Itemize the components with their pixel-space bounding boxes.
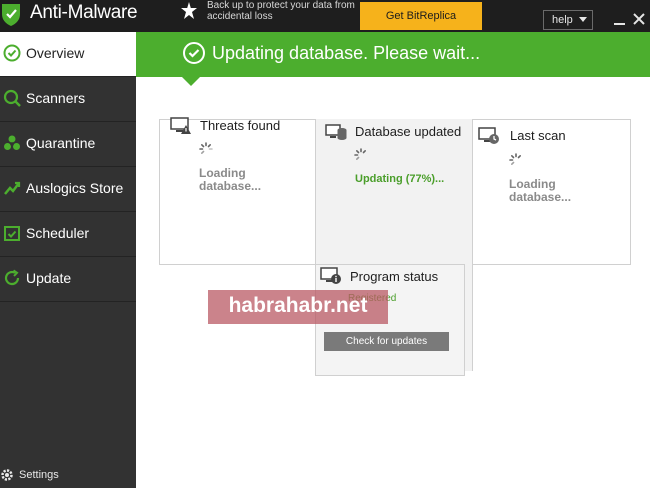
last-scan-title: Last scan <box>510 128 566 143</box>
banner-text: Updating database. Please wait... <box>212 43 481 63</box>
app-title: Anti-Malware <box>30 2 138 23</box>
settings-label: Settings <box>19 469 59 481</box>
sidebar-item-label: Scheduler <box>26 225 90 241</box>
banner-pointer <box>182 77 200 86</box>
watermark-text: habrahabr.net <box>228 294 368 317</box>
database-progress-text: Updating (77%)... <box>355 173 445 185</box>
threats-found-title: Threats found <box>200 118 281 133</box>
loading-spinner-icon <box>199 142 213 154</box>
magnifier-icon <box>3 89 21 107</box>
main-panel: Updating database. Please wait... Threat… <box>136 32 650 488</box>
sidebar-item-label: Quarantine <box>26 135 96 151</box>
minimize-button[interactable] <box>611 10 629 28</box>
database-monitor-icon <box>325 124 347 140</box>
sidebar-item-label: Update <box>26 270 72 286</box>
monitor-clock-icon <box>478 127 499 144</box>
shield-logo-icon <box>2 4 20 26</box>
sidebar-item-update[interactable]: Update <box>0 257 136 302</box>
watermark: habrahabr.net <box>208 290 388 324</box>
biohazard-icon <box>4 135 20 150</box>
monitor-info-icon <box>320 267 341 284</box>
calendar-check-icon <box>4 226 20 241</box>
last-scan-loading-text: Loading database... <box>509 177 572 204</box>
title-bar: Anti-Malware Back up to protect your dat… <box>0 0 650 32</box>
settings-button[interactable]: Settings <box>0 464 136 488</box>
chevron-down-icon <box>579 17 587 22</box>
check-circle-icon <box>183 42 205 64</box>
sidebar: Overview Scanners Quarantine Auslogics S… <box>0 32 136 488</box>
monitor-warning-icon <box>170 117 191 134</box>
status-banner: Updating database. Please wait... <box>136 32 650 77</box>
check-for-updates-button[interactable]: Check for updates <box>324 332 449 351</box>
database-updated-title: Database updated <box>355 124 462 139</box>
sidebar-item-label: Overview <box>26 45 85 61</box>
help-label: help <box>552 14 573 26</box>
refresh-icon <box>4 269 20 286</box>
loading-spinner-icon <box>509 153 521 165</box>
sidebar-item-auslogics-store[interactable]: Auslogics Store <box>0 167 136 212</box>
get-bitreplica-button[interactable]: Get BitReplica <box>360 2 482 30</box>
chart-arrow-icon <box>4 181 21 195</box>
program-status-title: Program status <box>350 269 439 284</box>
gear-icon <box>1 469 13 481</box>
help-dropdown[interactable]: help <box>543 10 593 30</box>
sidebar-item-scanners[interactable]: Scanners <box>0 77 136 122</box>
close-icon[interactable] <box>630 10 648 28</box>
threats-loading-text: Loading database... <box>199 166 262 193</box>
sidebar-item-quarantine[interactable]: Quarantine <box>0 122 136 167</box>
promo-text: Back up to protect your data from accide… <box>207 0 355 22</box>
sidebar-item-label: Auslogics Store <box>26 180 124 196</box>
sidebar-item-label: Scanners <box>26 90 86 106</box>
bitreplica-icon <box>181 2 197 19</box>
loading-spinner-icon <box>354 148 366 160</box>
sidebar-item-overview[interactable]: Overview <box>0 32 136 77</box>
sidebar-item-scheduler[interactable]: Scheduler <box>0 212 136 257</box>
check-circle-icon <box>3 44 21 62</box>
